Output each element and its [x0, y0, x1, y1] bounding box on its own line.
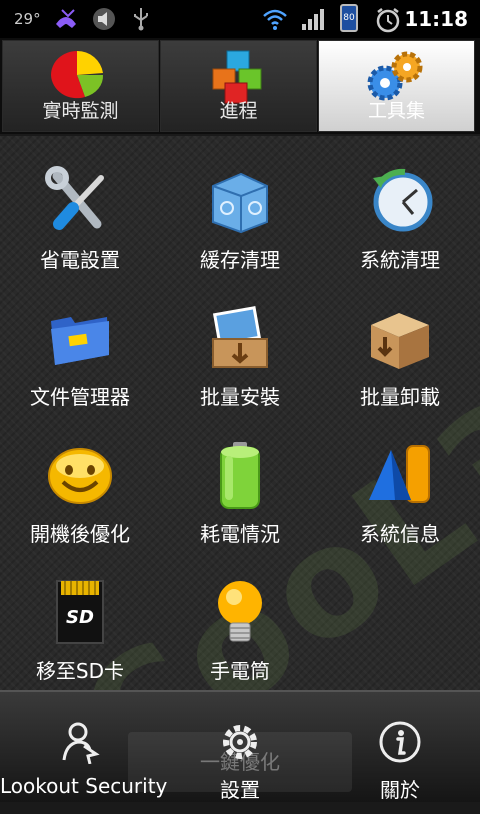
tab-process[interactable]: 進程: [160, 40, 317, 132]
tool-boot-optimize[interactable]: 開機後優化: [0, 410, 160, 546]
lookout-icon: [62, 722, 100, 764]
tool-label: 批量安裝: [200, 385, 280, 409]
lookout-security-button[interactable]: Lookout Security: [0, 692, 168, 802]
tool-cache-clean[interactable]: 緩存清理: [160, 136, 320, 272]
tool-file-manager[interactable]: 文件管理器: [0, 273, 160, 409]
clock-refresh-icon: [373, 168, 433, 232]
uninstall-box-icon: [371, 313, 429, 369]
tool-label: 系統信息: [360, 522, 440, 546]
folder-icon: [51, 317, 109, 365]
tool-batch-uninstall[interactable]: 批量卸載: [320, 273, 480, 409]
shapes-icon: [369, 445, 430, 503]
about-button[interactable]: 關於: [320, 692, 480, 802]
tool-system-clean[interactable]: 系統清理: [320, 136, 480, 272]
pie-chart-icon: [50, 50, 103, 99]
tool-label: 開機後優化: [30, 522, 130, 546]
tools-grid: CooL3C 省電設置 緩存清理 系統清理 文件管理器 批量安裝 批量卸載 開機…: [0, 136, 480, 814]
tool-move-to-sd[interactable]: SD 移至SD卡: [0, 547, 160, 683]
tool-label: 批量卸載: [360, 385, 440, 409]
status-bar: 29° 80 11:18: [0, 0, 480, 38]
tool-power-usage[interactable]: 耗電情況: [160, 410, 320, 546]
bottom-bar: 一鍵優化 Lookout Security 設置 關於: [0, 690, 480, 802]
smiley-icon: [48, 448, 112, 504]
wifi-icon: [263, 9, 287, 30]
install-box-icon: [212, 306, 268, 368]
tool-label: 手電筒: [210, 659, 270, 683]
usb-icon: [134, 8, 148, 31]
tool-label: 文件管理器: [30, 385, 130, 409]
tab-realtime-monitor[interactable]: 實時監測: [2, 40, 159, 132]
tool-label: 耗電情況: [200, 522, 280, 546]
sd-card-icon: SD: [56, 580, 104, 644]
info-icon: [379, 721, 421, 763]
tool-label: 移至SD卡: [35, 659, 125, 683]
tool-flashlight[interactable]: 手電筒: [160, 547, 320, 683]
tab-label: 進程: [219, 100, 258, 122]
tool-system-info[interactable]: 系統信息: [320, 410, 480, 546]
battery-icon: [220, 442, 260, 509]
missed-call-icon: [56, 9, 76, 28]
tool-power-saving[interactable]: 省電設置: [0, 136, 160, 272]
wrench-screwdriver-icon: [45, 166, 104, 230]
tool-label: 系統清理: [360, 248, 440, 272]
tab-toolset[interactable]: 工具集: [318, 40, 475, 132]
svg-text:SD: SD: [66, 607, 94, 628]
clock-text: 11:18: [404, 7, 468, 31]
light-bulb-icon: [218, 581, 262, 642]
speaker-icon: [93, 8, 115, 30]
tool-label: 省電設置: [40, 248, 120, 272]
tab-bar: 實時監測 進程 工具集: [0, 38, 480, 134]
tool-label: 緩存清理: [200, 248, 280, 272]
recycle-box-icon: [212, 172, 268, 234]
gear-icon: [223, 725, 257, 759]
temperature-text: 29°: [14, 10, 41, 28]
gears-icon: [367, 51, 422, 101]
tool-batch-install[interactable]: 批量安裝: [160, 273, 320, 409]
battery-level-text: 80: [343, 13, 355, 23]
signal-icon: [302, 9, 324, 30]
bottom-label: 關於: [380, 778, 420, 802]
tab-label: 工具集: [367, 100, 425, 122]
bottom-label: Lookout Security: [0, 774, 168, 798]
bottom-label: 設置: [220, 778, 260, 802]
settings-button[interactable]: 設置: [160, 692, 320, 802]
alarm-icon: [376, 8, 400, 33]
battery-status-icon: 80: [340, 4, 358, 32]
tab-label: 實時監測: [42, 100, 119, 122]
